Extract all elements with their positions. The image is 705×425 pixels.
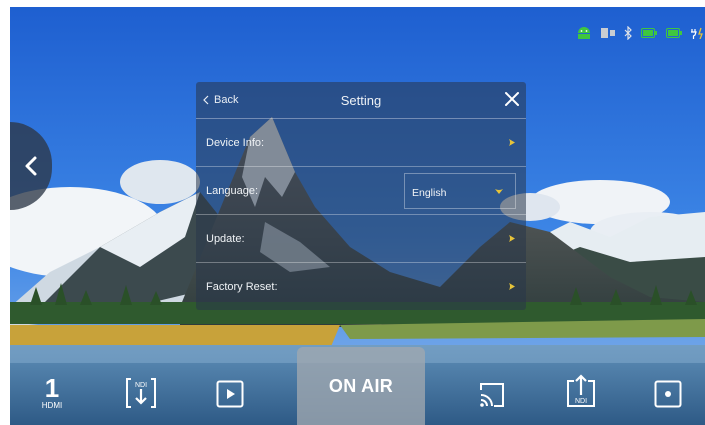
- row-label: Factory Reset:: [206, 281, 278, 293]
- language-value: English: [412, 187, 447, 199]
- ndi-in-label: NDI: [135, 382, 147, 389]
- close-icon[interactable]: [504, 91, 520, 107]
- record-icon: [654, 380, 682, 408]
- android-icon: [578, 27, 590, 39]
- row-label: Device Info:: [206, 137, 265, 149]
- row-label: Update:: [206, 233, 245, 245]
- input-label: HDMI: [41, 401, 63, 410]
- update-row[interactable]: Update:: [196, 215, 526, 263]
- language-select[interactable]: English: [404, 173, 516, 209]
- device-info-row[interactable]: Device Info:: [196, 119, 526, 167]
- sim-card-icon: [601, 28, 615, 38]
- input-source-button[interactable]: 1 HDMI: [32, 373, 72, 413]
- chevron-right-icon: [509, 235, 515, 242]
- ndi-download-icon: NDI: [126, 378, 156, 408]
- language-row: Language: English: [196, 167, 526, 215]
- power-plug-icon: [691, 27, 703, 39]
- chevron-down-icon: [495, 189, 503, 194]
- battery-icon: [641, 28, 657, 38]
- status-bar: [576, 25, 705, 41]
- battery-icon: [666, 28, 682, 38]
- factory-reset-row[interactable]: Factory Reset:: [196, 263, 526, 311]
- bottom-toolbar: 1 HDMI NDI ON AIR NDI: [10, 347, 705, 425]
- cast-icon: [480, 383, 504, 407]
- ndi-upload-icon: NDI: [567, 374, 595, 407]
- ndi-output-button[interactable]: NDI: [565, 373, 597, 409]
- ndi-out-label: NDI: [575, 398, 587, 405]
- play-button[interactable]: [216, 380, 244, 408]
- input-number: 1: [44, 373, 60, 403]
- chevron-right-icon: [509, 283, 515, 290]
- dialog-header: Back Setting: [196, 82, 526, 119]
- ndi-input-button[interactable]: NDI: [125, 376, 157, 410]
- row-label: Language:: [206, 185, 258, 197]
- dialog-title: Setting: [340, 93, 382, 108]
- play-icon: [216, 380, 244, 408]
- chevron-right-icon: [509, 139, 515, 146]
- record-button[interactable]: [654, 380, 682, 408]
- cast-button[interactable]: [478, 381, 506, 409]
- settings-dialog: Back Setting Device Info: Language: Engl…: [196, 82, 526, 310]
- monitor-screen: Back Setting Device Info: Language: Engl…: [10, 7, 705, 425]
- chevron-left-icon: [25, 156, 37, 176]
- bluetooth-icon: [624, 26, 632, 40]
- on-air-button[interactable]: ON AIR: [297, 347, 425, 425]
